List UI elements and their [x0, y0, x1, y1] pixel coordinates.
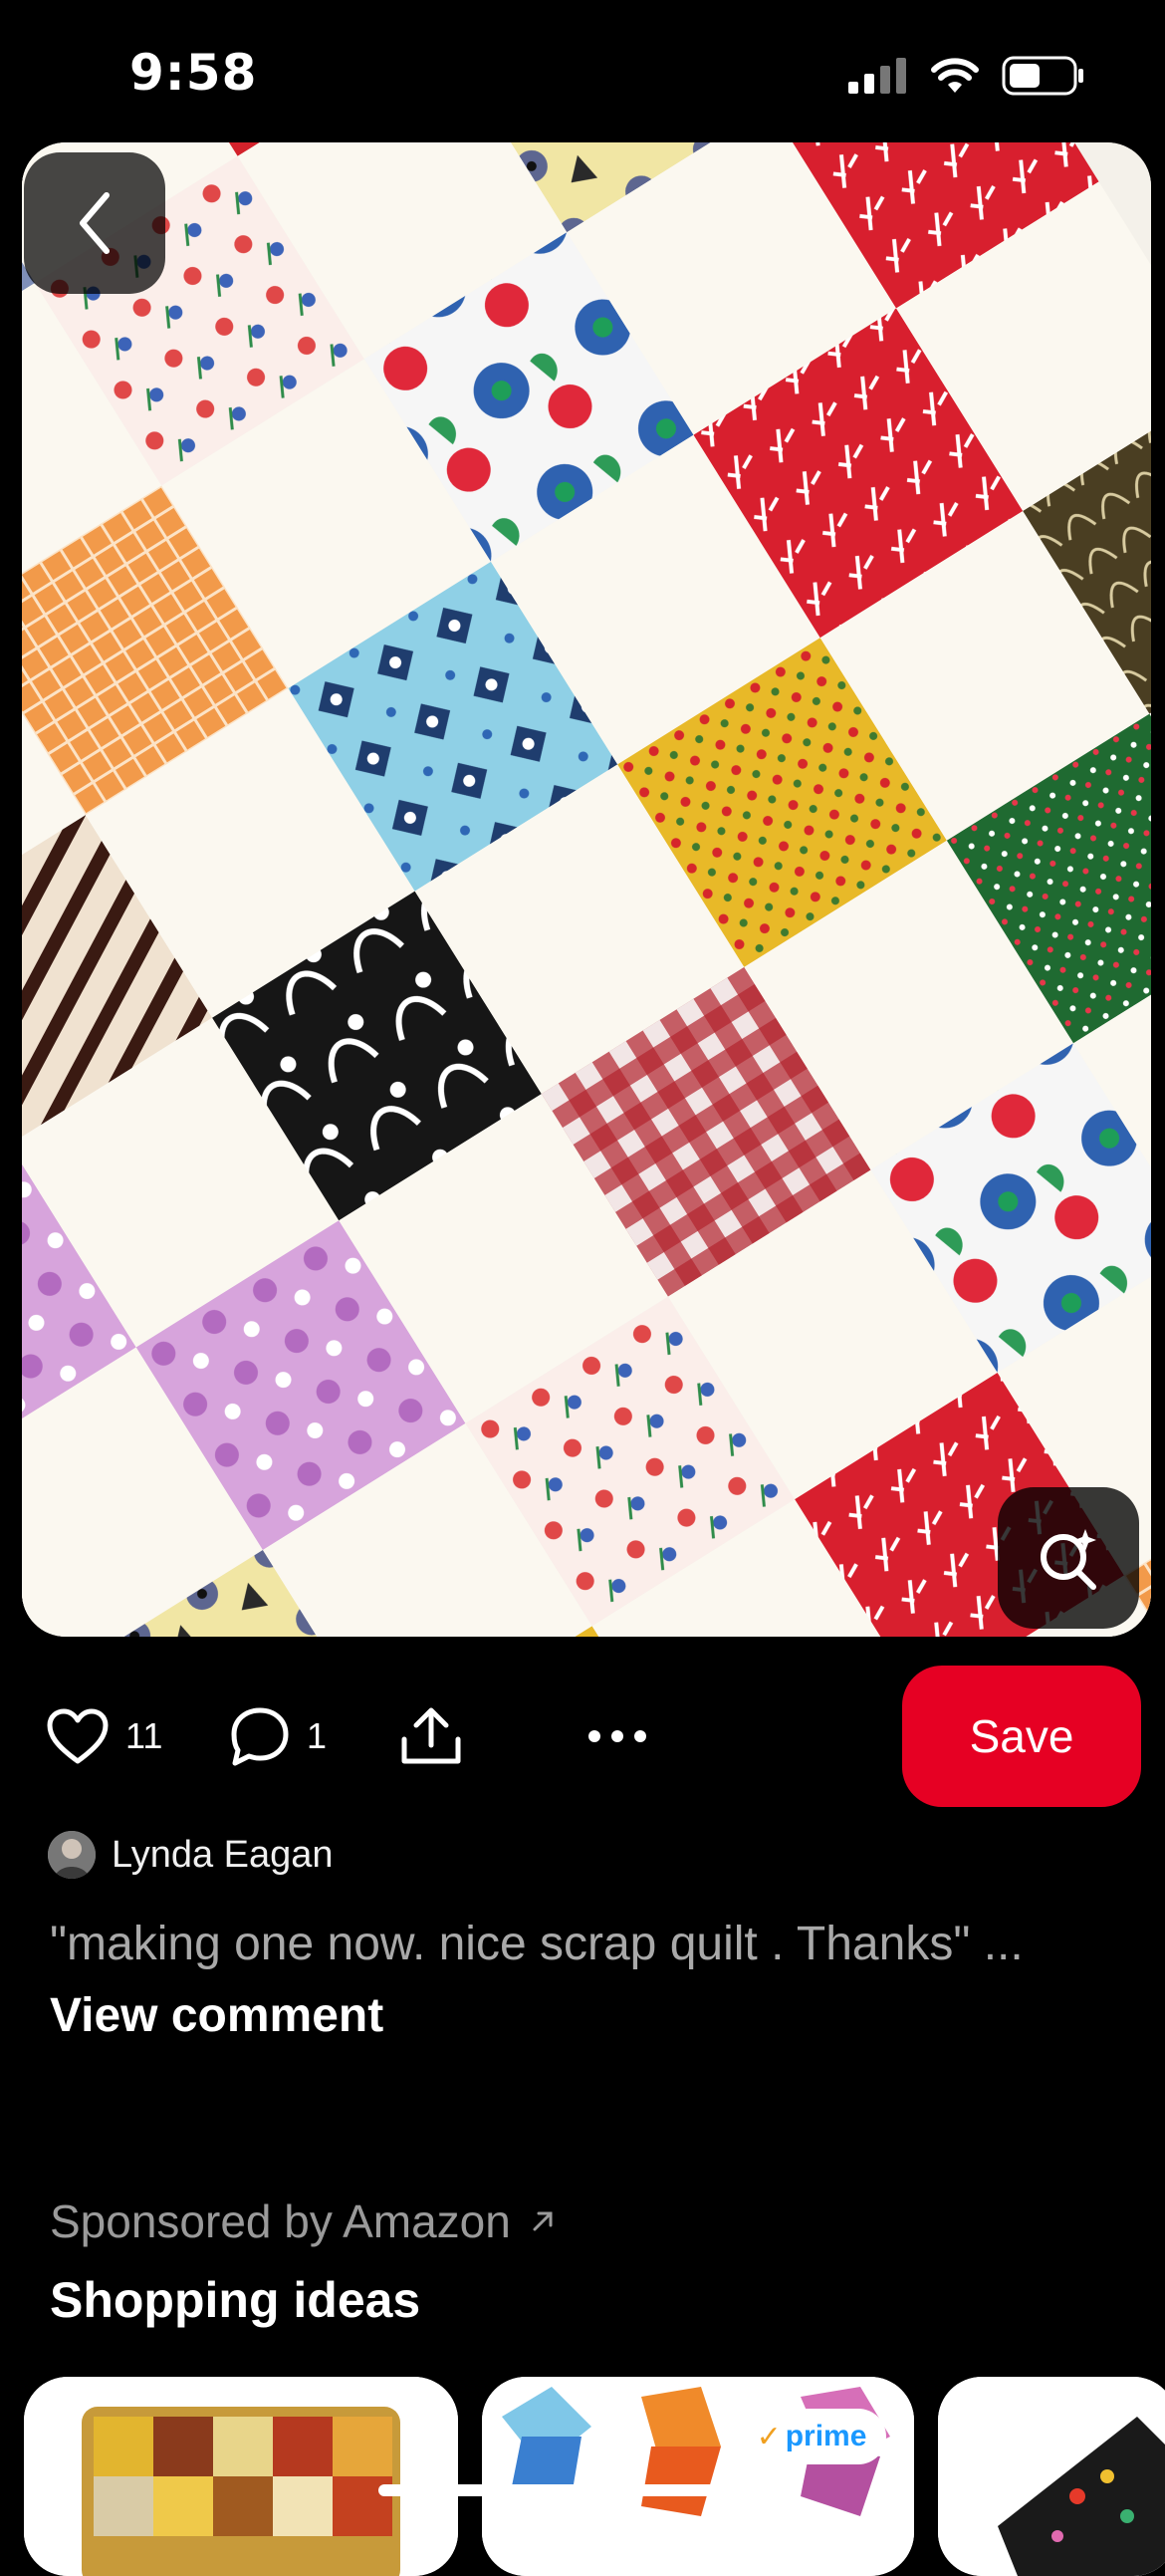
prime-badge: ✓ prime	[737, 2409, 886, 2464]
sponsored-link[interactable]: Sponsored by Amazon	[50, 2194, 557, 2248]
visual-search-button[interactable]	[998, 1487, 1139, 1629]
product-card[interactable]	[938, 2377, 1165, 2576]
shopping-ideas-title: Shopping ideas	[50, 2272, 421, 2328]
pin-image[interactable]	[22, 142, 1151, 1637]
product-image	[24, 2377, 458, 2576]
view-comment-link[interactable]: View comment	[50, 1988, 383, 2043]
avatar	[48, 1831, 96, 1879]
prime-label: prime	[785, 2420, 867, 2452]
wifi-icon	[931, 58, 979, 93]
product-image	[938, 2377, 1165, 2576]
visual-search-icon	[1041, 1529, 1096, 1590]
comment-text: "making one now. nice scrap quilt . Than…	[50, 1918, 1024, 1970]
commenter-name: Lynda Eagan	[112, 1833, 334, 1876]
product-card[interactable]	[482, 2377, 914, 2576]
chevron-left-icon	[80, 192, 110, 254]
share-icon	[401, 1707, 461, 1764]
back-button[interactable]	[24, 152, 165, 294]
share-button[interactable]	[398, 1666, 464, 1807]
more-options-button[interactable]	[587, 1666, 647, 1807]
status-icons	[848, 56, 1085, 96]
commenter[interactable]: Lynda Eagan	[48, 1831, 334, 1879]
heart-icon	[47, 1708, 109, 1764]
external-arrow-icon	[533, 2211, 553, 2231]
status-time: 9:58	[129, 44, 258, 102]
comment-button[interactable]: 1	[229, 1666, 327, 1807]
save-button[interactable]: Save	[902, 1666, 1141, 1807]
comment-bubble-icon	[231, 1707, 289, 1766]
sponsored-label: Sponsored by Amazon	[50, 2195, 511, 2247]
more-dots-icon	[588, 1730, 646, 1742]
product-image	[482, 2377, 914, 2576]
battery-icon	[1002, 56, 1083, 96]
status-bar: 9:58	[0, 0, 1165, 149]
product-card[interactable]	[24, 2377, 458, 2576]
cellular-signal-icon	[848, 58, 906, 94]
comments-count: 1	[307, 1715, 328, 1756]
like-button[interactable]: 11	[46, 1666, 162, 1807]
quilt-photo	[22, 142, 1151, 1637]
home-indicator[interactable]	[378, 2484, 787, 2496]
likes-count: 11	[125, 1715, 163, 1756]
